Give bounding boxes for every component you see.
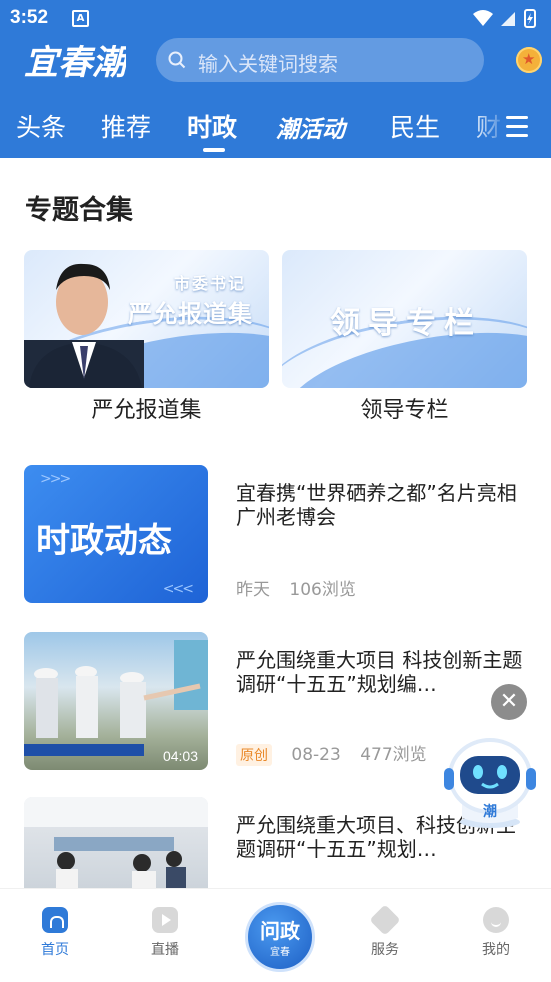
menu-icon[interactable] — [506, 116, 528, 140]
status-icons — [473, 9, 536, 28]
section-title: 专题合集 — [25, 195, 133, 226]
tab-activities[interactable]: 潮活动 — [276, 110, 345, 144]
nav-live[interactable]: 直播 — [135, 907, 195, 959]
app-logo: 宜春潮 — [24, 43, 126, 83]
news-item[interactable]: >>> <<< 时政动态 宜春携“世界硒养之都”名片亮相广州老博会 昨天 106… — [0, 465, 551, 605]
news-date: 08-23 — [291, 745, 341, 765]
tab-recommend[interactable]: 推荐 — [101, 108, 151, 144]
original-badge: 原创 — [236, 744, 272, 766]
center-button-sub: 宜春 — [270, 947, 290, 958]
news-views: 106浏览 — [289, 580, 356, 600]
news-meta: 昨天 106浏览 — [236, 575, 370, 600]
news-meta: 原创 08-23 477浏览 — [236, 740, 441, 766]
news-title: 严允围绕重大项目 科技创新主题调研“十五五”规划编… — [236, 648, 523, 696]
nav-mine[interactable]: 我的 — [466, 907, 526, 959]
nav-home-label: 首页 — [41, 942, 69, 958]
channel-tabs: 头条 推荐 时政 潮活动 民生 财 — [0, 108, 551, 154]
search-icon — [168, 51, 186, 69]
medal-icon[interactable] — [516, 47, 542, 73]
center-button-main: 问政 — [260, 919, 300, 943]
status-time: 3:52 — [10, 7, 49, 28]
nav-service[interactable]: 服务 — [355, 904, 415, 959]
topic-label-yanyun[interactable]: 严允报道集 — [24, 392, 269, 424]
news-views: 477浏览 — [360, 745, 427, 765]
home-icon — [42, 907, 68, 933]
profile-icon — [483, 907, 509, 933]
tab-politics[interactable]: 时政 — [187, 108, 237, 144]
tab-headline[interactable]: 头条 — [16, 108, 66, 144]
portrait-image — [24, 263, 144, 388]
news-thumbnail-image — [24, 797, 208, 888]
topic-card-subtitle: 市委书记 — [174, 274, 247, 293]
news-thumbnail — [24, 797, 208, 888]
close-float-button[interactable]: ✕ — [491, 684, 527, 720]
news-thumbnail: 04:03 — [24, 632, 208, 770]
service-icon — [369, 904, 401, 936]
thumb-text: 时政动态 — [36, 521, 172, 561]
topic-card-title: 领导专栏 — [330, 306, 482, 341]
video-duration: 04:03 — [162, 748, 198, 764]
search-bar[interactable]: 输入关键词搜索 — [156, 38, 484, 82]
topic-card-title: 严允报道集 — [128, 299, 253, 328]
tab-livelihood[interactable]: 民生 — [390, 108, 440, 144]
notification-icon: A — [72, 10, 89, 27]
news-title: 宜春携“世界硒养之都”名片亮相广州老博会 — [236, 481, 517, 529]
topic-card-yanyun[interactable]: 市委书记 严允报道集 — [24, 250, 269, 388]
news-thumbnail: >>> <<< 时政动态 — [24, 465, 208, 603]
topic-card-leaders[interactable]: 领导专栏 — [282, 250, 527, 388]
search-placeholder: 输入关键词搜索 — [198, 52, 338, 76]
status-bar: 3:52 A — [0, 0, 551, 36]
top-header: 3:52 A 宜春潮 输入关键词搜索 头条 推荐 时政 潮活动 民生 财 — [0, 0, 551, 158]
live-icon — [152, 907, 178, 933]
svg-text:宜春潮: 宜春潮 — [24, 43, 126, 83]
center-wenzheng-button[interactable]: 问政 宜春 — [245, 902, 315, 972]
active-tab-indicator — [203, 148, 225, 152]
nav-mine-label: 我的 — [482, 942, 510, 958]
topic-label-leaders[interactable]: 领导专栏 — [282, 392, 527, 424]
news-date: 昨天 — [236, 580, 270, 600]
nav-home[interactable]: 首页 — [25, 907, 85, 959]
robot-assistant-icon[interactable]: 潮 — [440, 732, 540, 832]
nav-service-label: 服务 — [371, 942, 399, 958]
nav-live-label: 直播 — [151, 942, 179, 958]
svg-text:潮: 潮 — [483, 803, 497, 820]
